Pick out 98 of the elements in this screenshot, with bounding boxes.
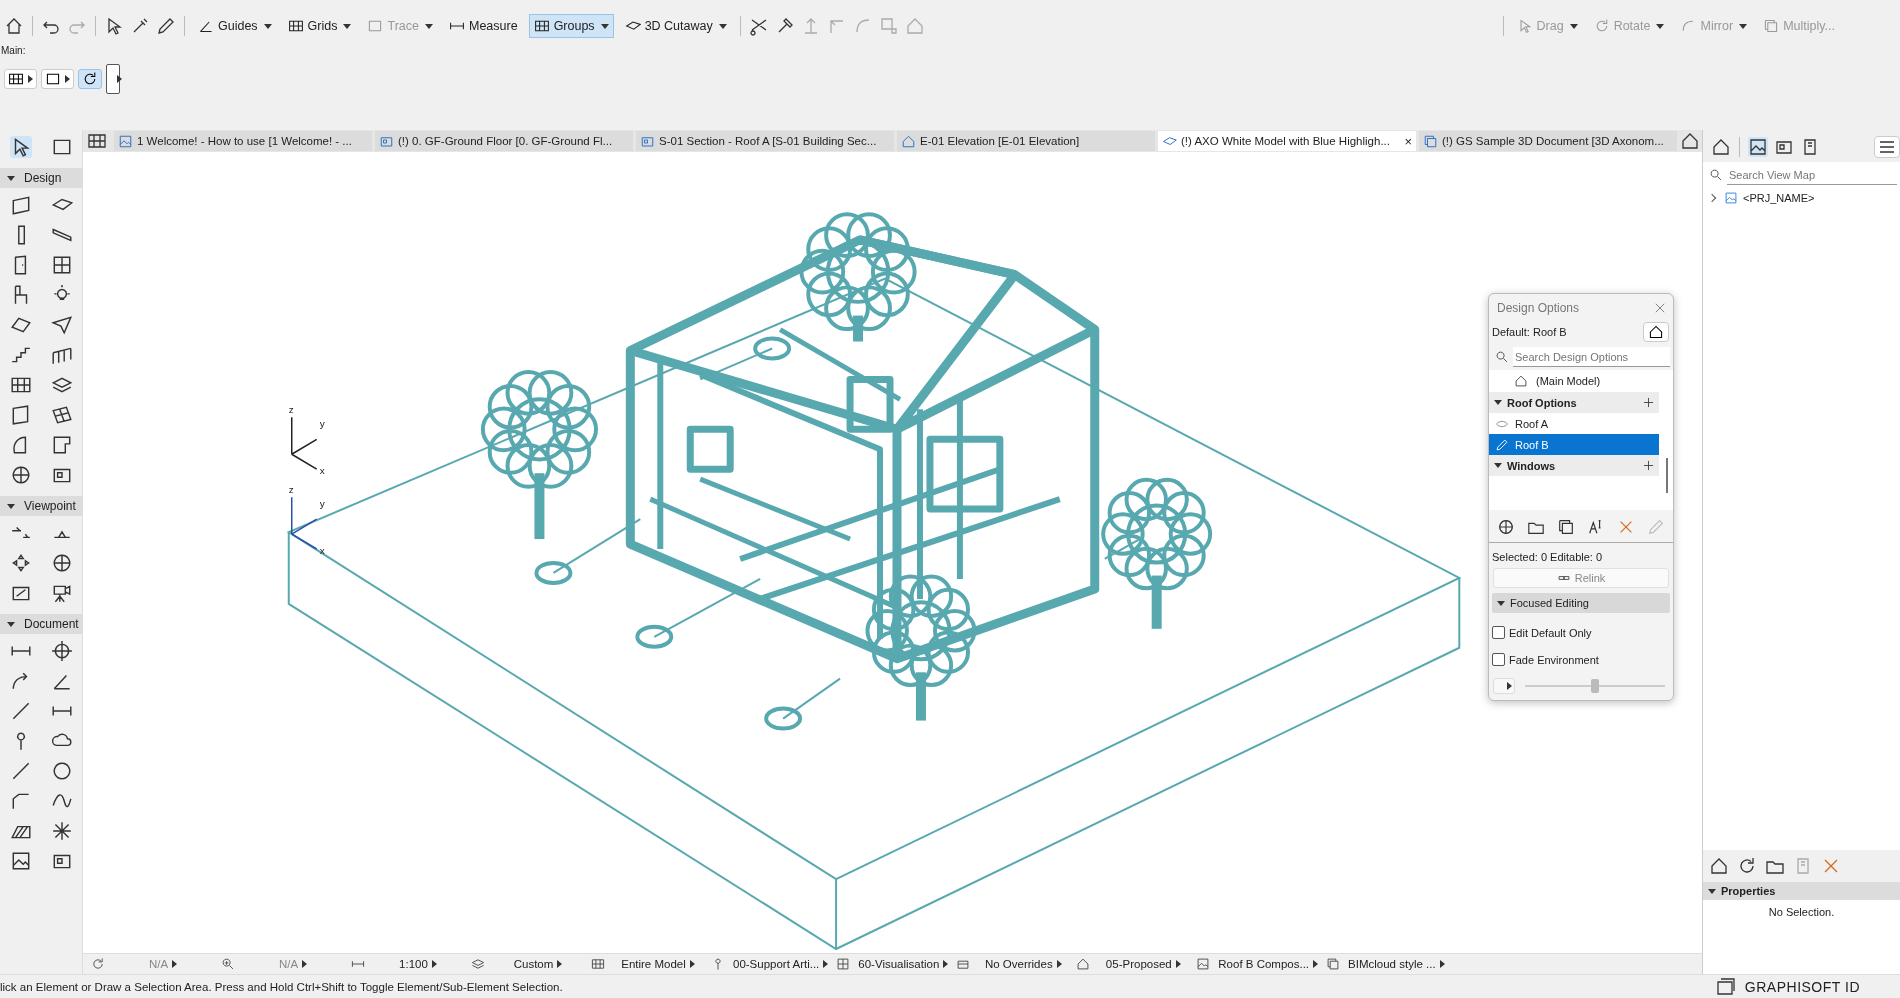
toolbar-button[interactable]: Grids (282, 14, 357, 38)
add-icon[interactable] (1497, 518, 1515, 536)
view-tab[interactable]: S-01 Section - Roof A [S-01 Building Sec... (636, 131, 894, 151)
asterisk-icon[interactable] (50, 820, 73, 842)
default-option-label: Default: Roof B (1492, 326, 1567, 338)
toolbar-button[interactable] (78, 69, 102, 89)
play-button[interactable] (1493, 678, 1515, 694)
option-item[interactable]: Roof B (1489, 434, 1659, 455)
option-item[interactable]: Roof A (1489, 413, 1659, 434)
axis-label: y (319, 418, 325, 430)
house-icon (1514, 374, 1528, 388)
group-icon (533, 18, 550, 34)
caret-icon (28, 75, 33, 83)
brand-link[interactable]: GRAPHISOFT ID (1744, 978, 1860, 995)
axis-icon (291, 496, 318, 550)
copy-icon (1423, 133, 1438, 149)
option-group-header[interactable]: Windows (1489, 455, 1659, 476)
section-header[interactable]: Focused Editing (1492, 593, 1670, 613)
grid-icon (8, 71, 24, 87)
checkbox[interactable] (1492, 626, 1505, 639)
axis-label: y (319, 498, 325, 510)
copy-icon[interactable] (1326, 957, 1341, 971)
tree-item[interactable]: <PRJ_NAME> (1743, 192, 1815, 204)
status-dropdown[interactable]: 1:100 (369, 958, 467, 970)
axis-label: x (319, 545, 325, 556)
tab-overview-icon[interactable] (87, 131, 107, 151)
image-icon (118, 133, 133, 149)
pencil-icon (1495, 437, 1509, 452)
house-icon (901, 133, 916, 149)
toolbar-button[interactable]: Groups (528, 14, 614, 38)
list-item[interactable]: (Main Model) (1536, 375, 1601, 387)
slider-thumb[interactable] (1591, 679, 1599, 693)
view-tab[interactable]: E-01 Elevation [E-01 Elevation] (897, 131, 1155, 151)
caret-icon (117, 75, 122, 83)
checkbox-label: Fade Environment (1509, 653, 1599, 666)
home-icon[interactable] (4, 16, 24, 36)
status-dropdown[interactable]: Roof B Compos... (1214, 958, 1323, 970)
toolbar-button[interactable]: 3D Cutaway (619, 14, 732, 38)
option-group-header[interactable]: Roof Options (1489, 392, 1659, 413)
add-icon[interactable] (1642, 459, 1655, 472)
view-tab[interactable]: 1 Welcome! - How to use [1 Welcome! - ... (114, 131, 372, 151)
status-dropdown[interactable]: BIMcloud style ... (1344, 958, 1449, 970)
axis-label: z (288, 404, 294, 416)
checkbox[interactable] (1492, 653, 1505, 666)
toolbar-label: Main: (0, 45, 27, 58)
caret-icon (65, 75, 70, 83)
search-icon (1495, 350, 1509, 364)
status-dropdown[interactable]: Entire Model (609, 958, 707, 970)
toolbar-button[interactable]: Guides (193, 14, 277, 38)
view-tab[interactable]: (!) GS Sample 3D Document [3D Axonom... (1419, 131, 1677, 151)
view-map-icon[interactable] (1748, 137, 1768, 157)
image-icon (1724, 191, 1738, 205)
house-icon[interactable] (1076, 957, 1091, 971)
status-dropdown[interactable]: 05-Proposed (1094, 958, 1193, 970)
toolbox-section-header[interactable]: Design (0, 168, 82, 188)
pointer-icon[interactable] (9, 136, 32, 158)
checkbox-label: Edit Default Only (1509, 626, 1592, 639)
selection-count: Selected: 0 Editable: 0 (1491, 550, 1604, 565)
toolbar-button[interactable] (106, 64, 120, 94)
toolbar-button[interactable]: Measure (444, 14, 523, 38)
rotate-icon (82, 71, 98, 87)
window-icon[interactable] (1714, 976, 1735, 997)
axis-label: x (319, 465, 325, 477)
add-icon[interactable] (1642, 396, 1655, 409)
status-message: lick an Element or Draw a Selection Area. Press and Hold Ctrl+Shift to Toggle Element/Sub-Element Selection. (0, 980, 563, 993)
crosshair-icon[interactable] (50, 640, 73, 662)
toolbox-section-header[interactable]: Document (0, 614, 82, 634)
grid-icon (287, 18, 304, 34)
house-icon[interactable] (1711, 137, 1731, 157)
view-tab[interactable]: (!) AXO White Model with Blue Highligh... × (1158, 131, 1416, 151)
square-icon (45, 71, 61, 87)
palette-title: Design Options (1497, 301, 1580, 315)
house-icon (1648, 324, 1664, 340)
copy-icon (1763, 18, 1780, 34)
duplicate-icon[interactable] (1557, 518, 1575, 536)
status-dropdown[interactable]: 00-Support Arti... (729, 958, 833, 970)
rotate-icon[interactable] (91, 957, 105, 971)
zoom-icon[interactable] (221, 957, 235, 971)
status-dropdown[interactable]: No Overrides (974, 958, 1073, 970)
status-dropdown[interactable]: Custom (489, 958, 587, 970)
square-icon (367, 18, 384, 34)
house-list-button[interactable] (1643, 322, 1669, 342)
status-dropdown[interactable]: 60-Visualisation (854, 958, 953, 970)
layers-icon[interactable] (471, 957, 485, 971)
search-field[interactable]: Search Design Options (1513, 347, 1670, 367)
axis-icon (291, 416, 318, 470)
image-icon[interactable] (1196, 957, 1211, 971)
properties-text: No Selection. (1767, 905, 1836, 920)
section-header[interactable]: Properties (1703, 882, 1900, 900)
grid-icon[interactable] (591, 957, 605, 971)
close-icon[interactable] (1653, 301, 1667, 315)
mesh-icon[interactable] (50, 404, 73, 426)
shell-icon[interactable] (50, 314, 73, 336)
menu-icon[interactable] (1874, 136, 1900, 158)
search-icon (1709, 168, 1723, 182)
toolbox-section-header[interactable]: Viewpoint (0, 496, 82, 516)
view-tab[interactable]: (!) 0. GF-Ground Floor [0. GF-Ground Fl... (375, 131, 633, 151)
axis-label: z (288, 484, 294, 496)
